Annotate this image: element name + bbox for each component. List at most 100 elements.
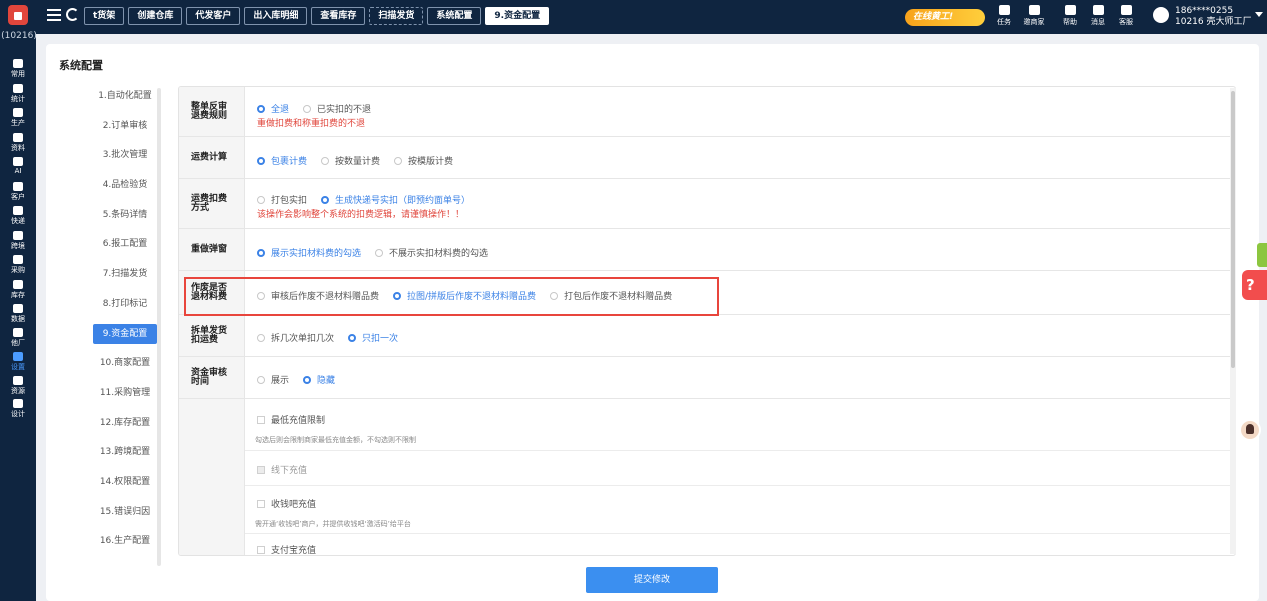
sidebar-item-common[interactable]: 常用 bbox=[0, 59, 36, 79]
invite-icon bbox=[1028, 5, 1040, 15]
production-icon bbox=[13, 108, 23, 117]
sidebar-item-express[interactable]: 快递 bbox=[0, 206, 36, 226]
checkbox-offline-recharge[interactable]: 线下充值 bbox=[257, 463, 307, 476]
help-button[interactable]: 帮助 bbox=[1056, 5, 1084, 27]
service-icon bbox=[1120, 5, 1132, 15]
tab-system-config[interactable]: 系统配置 bbox=[427, 7, 482, 25]
purchase-icon bbox=[13, 255, 23, 264]
sidebar-item-assets[interactable]: 资源 bbox=[0, 376, 36, 396]
task-icon bbox=[998, 5, 1010, 15]
radio-show-material-fee[interactable]: 展示实扣材料费的勾选 bbox=[257, 246, 361, 259]
row-refund-rule: 整单反审退费规则 全退 已实扣的不退 重做扣费和称重扣费的不退 bbox=[179, 87, 1235, 137]
radio-hide[interactable]: 隐藏 bbox=[303, 373, 335, 386]
tab-shelf[interactable]: t货架 bbox=[84, 7, 125, 25]
checkbox-alipay[interactable]: 支付宝充值 bbox=[257, 543, 316, 555]
service-button[interactable]: 客服 bbox=[1112, 5, 1140, 27]
page-title: 系统配置 bbox=[59, 59, 103, 72]
row-label: 整单反审退费规则 bbox=[191, 101, 228, 121]
shouqianba-hint: 需开通‘收钱吧’商户，并提供收钱吧‘激活码’给平台 bbox=[255, 520, 411, 528]
refund-note: 重做扣费和称重扣费的不退 bbox=[257, 119, 366, 129]
radio-quantity-fee[interactable]: 按数量计费 bbox=[321, 154, 380, 167]
side-widget-tab[interactable] bbox=[1257, 243, 1267, 267]
settings-icon bbox=[13, 352, 23, 361]
radio-checked-icon bbox=[303, 375, 312, 384]
user-info[interactable]: 186****0255 10216 壳大师工厂 bbox=[1175, 6, 1252, 28]
tab-create-warehouse[interactable]: 创建仓库 bbox=[128, 7, 183, 25]
sidebar-item-design[interactable]: 设计 bbox=[0, 399, 36, 419]
app-logo-icon bbox=[8, 5, 28, 25]
data-icon bbox=[13, 304, 23, 313]
app-logo[interactable] bbox=[0, 0, 36, 34]
checkbox-checked-icon bbox=[257, 465, 265, 474]
form-scrollbar-thumb[interactable] bbox=[1231, 91, 1235, 368]
tab-view-stock[interactable]: 查看库存 bbox=[311, 7, 366, 25]
row-fund-review: 资金审核时间 展示 隐藏 bbox=[179, 357, 1235, 399]
checkbox-icon bbox=[257, 545, 265, 554]
min-recharge-hint: 勾选后则会限制商家最低充值金额，不勾选则不限制 bbox=[255, 436, 416, 444]
invite-merchant-button[interactable]: 邀商家 bbox=[1020, 5, 1048, 27]
message-icon bbox=[1092, 5, 1104, 15]
tab-fund-config[interactable]: 9.资金配置 bbox=[485, 7, 550, 25]
row-redo-popup: 重做弹窗 展示实扣材料费的勾选 不展示实扣材料费的勾选 bbox=[179, 229, 1235, 271]
submit-button[interactable]: 提交修改 bbox=[586, 567, 718, 593]
sidebar-item-other-factory[interactable]: 他厂 bbox=[0, 328, 36, 348]
sidebar-item-purchase[interactable]: 采购 bbox=[0, 255, 36, 275]
radio-tracking-deduct[interactable]: 生成快递号实扣（即预约面单号） bbox=[321, 193, 470, 206]
message-button[interactable]: 消息 bbox=[1084, 5, 1112, 27]
user-phone: 186****0255 bbox=[1175, 6, 1234, 16]
express-icon bbox=[13, 206, 23, 215]
assistant-avatar-icon[interactable] bbox=[1239, 419, 1261, 441]
common-icon bbox=[13, 59, 23, 68]
checkbox-min-recharge[interactable]: 最低充值限制 bbox=[257, 413, 325, 426]
sidebar-item-resources[interactable]: 资料 bbox=[0, 133, 36, 153]
radio-template-fee[interactable]: 按模版计费 bbox=[394, 154, 453, 167]
settings-form: 整单反审退费规则 全退 已实扣的不退 重做扣费和称重扣费的不退 运费计算 包裹计… bbox=[178, 86, 1236, 556]
refresh-icon[interactable] bbox=[66, 8, 79, 21]
sidebar-item-inventory[interactable]: 库存 bbox=[0, 280, 36, 300]
row-label: 重做弹窗 bbox=[191, 244, 228, 254]
tab-inout-detail[interactable]: 出入库明细 bbox=[244, 7, 308, 25]
sidebar-item-stats[interactable]: 统计 bbox=[0, 84, 36, 104]
tab-dropship-customer[interactable]: 代发客户 bbox=[186, 7, 241, 25]
menu-icon[interactable] bbox=[47, 9, 61, 21]
sidebar-item-settings[interactable]: 设置 bbox=[0, 352, 36, 372]
chevron-down-icon[interactable] bbox=[1255, 12, 1263, 17]
row-recharge: 最低充值限制 勾选后则会限制商家最低充值金额，不勾选则不限制 线下充值 收钱吧充… bbox=[179, 399, 1235, 555]
nav-item-fund-config[interactable]: 9.资金配置 bbox=[93, 323, 157, 344]
radio-unchecked-icon bbox=[257, 375, 265, 384]
nav-scrollbar[interactable] bbox=[157, 88, 161, 566]
row-freight-deduct: 运费扣费方式 打包实扣 生成快递号实扣（即预约面单号） 该操作会影响整个系统的扣… bbox=[179, 179, 1235, 229]
row-label: 资金审核时间 bbox=[191, 367, 228, 387]
help-float-icon[interactable]: ? bbox=[1242, 270, 1267, 300]
main-card: 系统配置 1.自动化配置 2.订单审核 3.批次管理 4.品检验货 5.条码详情… bbox=[46, 44, 1259, 601]
checkbox-shouqianba[interactable]: 收钱吧充值 bbox=[257, 497, 316, 510]
ai-icon bbox=[13, 157, 23, 166]
radio-show[interactable]: 展示 bbox=[257, 373, 289, 386]
user-avatar[interactable] bbox=[1153, 7, 1169, 23]
sidebar-item-production[interactable]: 生产 bbox=[0, 108, 36, 128]
task-button[interactable]: 任务 bbox=[990, 5, 1018, 27]
shop-code: (10216) bbox=[1, 31, 37, 41]
inventory-icon bbox=[13, 280, 23, 289]
radio-checked-icon bbox=[257, 248, 265, 257]
sidebar-item-crossborder[interactable]: 跨境 bbox=[0, 231, 36, 251]
radio-pack-deduct[interactable]: 打包实扣 bbox=[257, 193, 307, 206]
radio-package-fee[interactable]: 包裹计费 bbox=[257, 154, 307, 167]
radio-once[interactable]: 只扣一次 bbox=[348, 331, 398, 344]
row-freight-calc: 运费计算 包裹计费 按数量计费 按模版计费 bbox=[179, 137, 1235, 179]
radio-no-refund-deducted[interactable]: 已实扣的不退 bbox=[303, 102, 371, 115]
row-label: 运费扣费方式 bbox=[191, 193, 228, 213]
radio-hide-material-fee[interactable]: 不展示实扣材料费的勾选 bbox=[375, 246, 488, 259]
sidebar-item-ai[interactable]: AI bbox=[0, 157, 36, 175]
tab-scan-ship[interactable]: 扫描发货 bbox=[369, 7, 424, 25]
sidebar-item-data[interactable]: 数据 bbox=[0, 304, 36, 324]
radio-per-split[interactable]: 拆几次单扣几次 bbox=[257, 331, 334, 344]
crossborder-icon bbox=[13, 231, 23, 240]
open-tabs: t货架 创建仓库 代发客户 出入库明细 查看库存 扫描发货 系统配置 9.资金配… bbox=[84, 7, 550, 25]
row-split-ship: 拆单发货扣运费 拆几次单扣几次 只扣一次 bbox=[179, 315, 1235, 357]
radio-unchecked-icon bbox=[303, 104, 312, 113]
radio-full-refund[interactable]: 全退 bbox=[257, 102, 289, 115]
sidebar-item-customers[interactable]: 客户 bbox=[0, 182, 36, 202]
deduct-warning: 该操作会影响整个系统的扣费逻辑，请谨慎操作！！ bbox=[257, 210, 465, 220]
promo-badge[interactable]: 在线黄工! bbox=[905, 9, 985, 26]
